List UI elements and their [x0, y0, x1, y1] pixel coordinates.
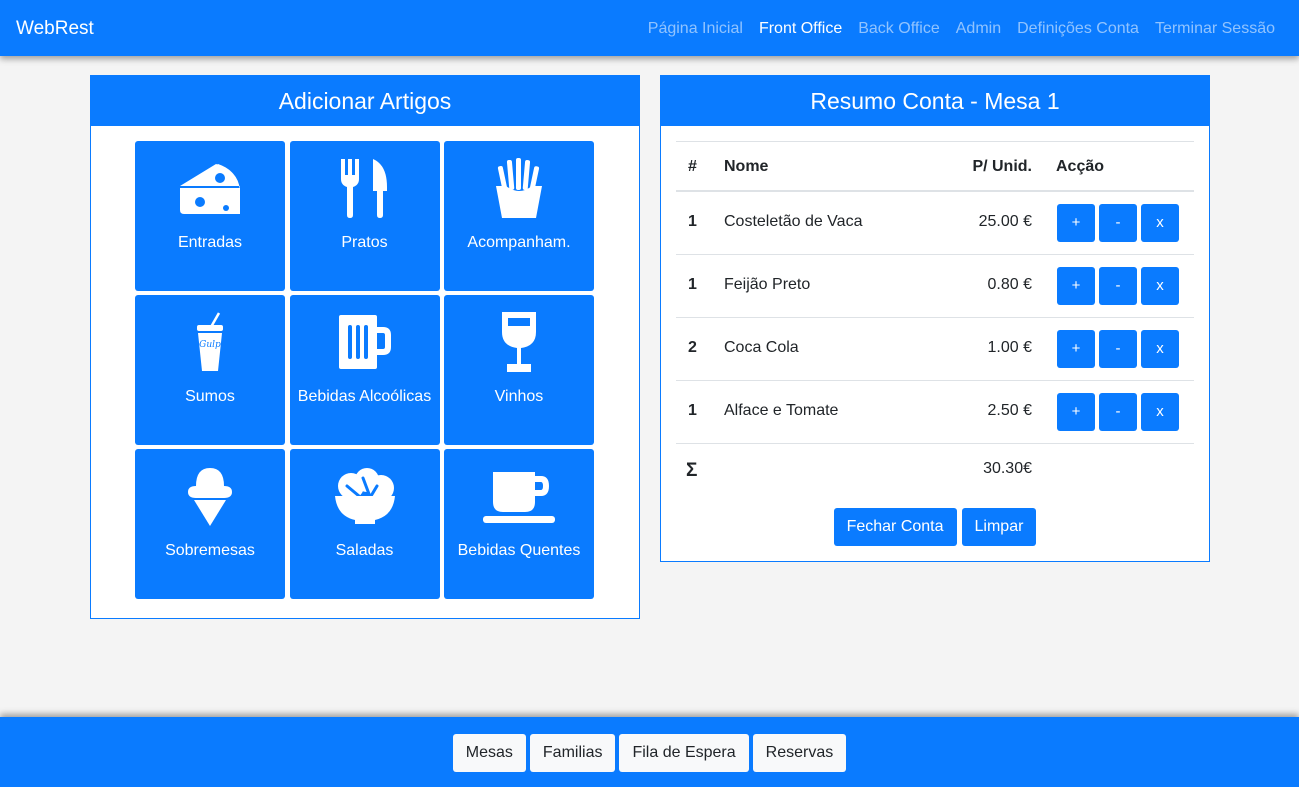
fries-icon [444, 155, 594, 221]
nav-link-admin[interactable]: Admin [956, 19, 1001, 39]
nav-link-definicoes-conta[interactable]: Definições Conta [1017, 19, 1139, 39]
category-tile-bebidas-quentes[interactable]: Bebidas Quentes [444, 449, 594, 599]
decrement-button[interactable]: - [1099, 204, 1137, 242]
category-tile-entradas[interactable]: Entradas [135, 141, 285, 291]
category-tile-pratos[interactable]: Pratos [289, 141, 440, 291]
svg-text:Gulp: Gulp [199, 340, 221, 350]
cheese-icon [135, 155, 285, 221]
bottom-nav: Mesas Familias Fila de Espera Reservas [0, 734, 1299, 772]
category-label: Saladas [335, 542, 394, 559]
category-label: Pratos [341, 234, 388, 251]
clear-button[interactable]: Limpar [961, 508, 1037, 546]
bill-footer: Fechar Conta Limpar [661, 508, 1209, 546]
beer-mug-icon [290, 309, 440, 375]
category-tile-sobremesas[interactable]: Sobremesas [135, 449, 285, 599]
header-qty: # [688, 158, 697, 175]
coffee-cup-icon [444, 463, 594, 529]
reservas-button[interactable]: Reservas [752, 734, 847, 772]
bill-table-header: # Nome P/ Unid. Acção [676, 142, 1194, 192]
category-label: Bebidas Alcoólicas [297, 388, 432, 405]
decrement-button[interactable]: - [1099, 393, 1137, 431]
delete-button[interactable]: x [1141, 267, 1179, 305]
increment-button[interactable]: + [1057, 330, 1095, 368]
add-items-title: Adicionar Artigos [91, 76, 639, 126]
wine-glass-icon [444, 309, 594, 375]
decrement-button[interactable]: - [1099, 267, 1137, 305]
close-bill-button[interactable]: Fechar Conta [833, 508, 957, 546]
row-qty: 1 [688, 402, 697, 419]
bill-table: # Nome P/ Unid. Acção 1 Costeletão de Va… [676, 141, 1194, 496]
header-name: Nome [724, 158, 769, 175]
mesas-button[interactable]: Mesas [452, 734, 526, 772]
row-name: Costeletão de Vaca [724, 213, 863, 230]
table-row: 2 Coca Cola 1.00 € + - x [676, 318, 1194, 381]
bill-total-row: Σ 30.30€ [676, 444, 1194, 496]
delete-button[interactable]: x [1141, 204, 1179, 242]
category-label: Acompanham. [467, 234, 571, 251]
row-qty: 2 [688, 339, 697, 356]
row-name: Alface e Tomate [724, 402, 839, 419]
add-items-card: Adicionar Artigos Entradas Pratos Acompa… [90, 75, 640, 619]
category-tile-bebidas-alcoolicas[interactable]: Bebidas Alcoólicas [289, 295, 440, 445]
row-actions: + - x [1057, 267, 1179, 305]
increment-button[interactable]: + [1057, 393, 1095, 431]
row-qty: 1 [688, 213, 697, 230]
total-value: 30.30€ [983, 460, 1032, 477]
bill-title: Resumo Conta - Mesa 1 [661, 76, 1209, 126]
row-actions: + - x [1057, 330, 1179, 368]
category-grid: Entradas Pratos Acompanham. Gulp Sumos B… [135, 141, 594, 599]
category-label: Sumos [185, 388, 235, 405]
ice-cream-icon [135, 463, 285, 529]
brand-logo[interactable]: WebRest [16, 18, 94, 40]
category-tile-vinhos[interactable]: Vinhos [444, 295, 594, 445]
row-qty: 1 [688, 276, 697, 293]
delete-button[interactable]: x [1141, 393, 1179, 431]
top-navbar: WebRest Página Inicial Front Office Back… [0, 0, 1299, 56]
nav-links: Página Inicial Front Office Back Office … [648, 19, 1275, 39]
nav-link-pagina-inicial[interactable]: Página Inicial [648, 19, 743, 39]
delete-button[interactable]: x [1141, 330, 1179, 368]
row-price: 1.00 € [987, 339, 1032, 356]
increment-button[interactable]: + [1057, 267, 1095, 305]
increment-button[interactable]: + [1057, 204, 1095, 242]
category-label: Vinhos [494, 388, 544, 405]
row-actions: + - x [1057, 204, 1179, 242]
row-name: Coca Cola [724, 339, 799, 356]
row-price: 25.00 € [978, 213, 1032, 230]
familias-button[interactable]: Familias [529, 734, 616, 772]
category-tile-saladas[interactable]: Saladas [289, 449, 440, 599]
category-tile-acompanhamentos[interactable]: Acompanham. [444, 141, 594, 291]
bill-summary-card: Resumo Conta - Mesa 1 # Nome P/ Unid. Ac… [660, 75, 1210, 562]
salad-bowl-icon [290, 463, 440, 529]
nav-link-back-office[interactable]: Back Office [858, 19, 940, 39]
header-action: Acção [1056, 158, 1105, 175]
utensils-icon [290, 155, 440, 221]
soda-cup-icon: Gulp [135, 309, 285, 375]
category-label: Bebidas Quentes [457, 542, 581, 559]
table-row: 1 Feijão Preto 0.80 € + - x [676, 255, 1194, 318]
nav-link-terminar-sessao[interactable]: Terminar Sessão [1155, 19, 1275, 39]
nav-link-front-office[interactable]: Front Office [759, 19, 842, 39]
row-name: Feijão Preto [724, 276, 811, 293]
category-tile-sumos[interactable]: Gulp Sumos [135, 295, 285, 445]
category-label: Sobremesas [165, 542, 255, 559]
bottom-bar: Mesas Familias Fila de Espera Reservas [0, 717, 1299, 787]
decrement-button[interactable]: - [1099, 330, 1137, 368]
waitlist-button[interactable]: Fila de Espera [619, 734, 749, 772]
row-price: 0.80 € [987, 276, 1032, 293]
table-row: 1 Costeletão de Vaca 25.00 € + - x [676, 192, 1194, 255]
row-price: 2.50 € [987, 402, 1032, 419]
total-symbol: Σ [686, 460, 698, 481]
table-row: 1 Alface e Tomate 2.50 € + - x [676, 381, 1194, 444]
row-actions: + - x [1057, 393, 1179, 431]
category-label: Entradas [177, 234, 243, 251]
header-price: P/ Unid. [972, 158, 1032, 175]
